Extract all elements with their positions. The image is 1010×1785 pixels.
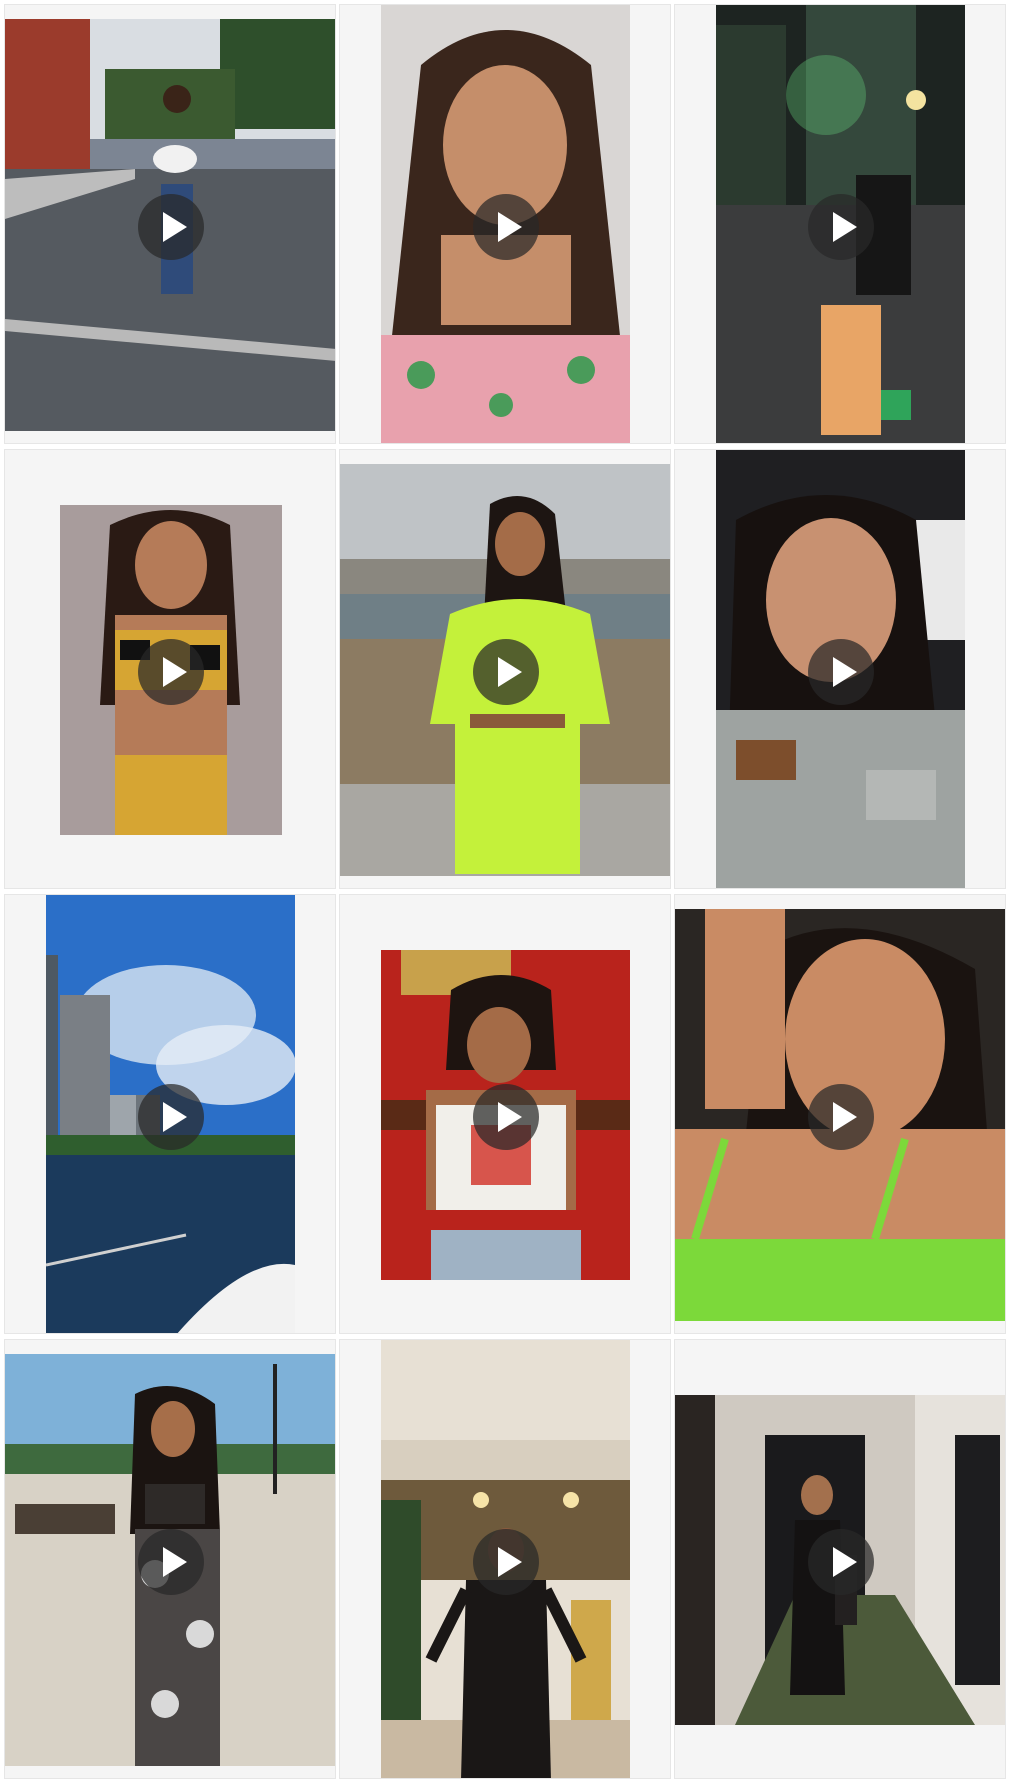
- play-icon: [498, 212, 522, 242]
- play-icon: [833, 1547, 857, 1577]
- play-button[interactable]: [808, 1529, 874, 1595]
- play-icon: [833, 1102, 857, 1132]
- play-icon: [163, 1102, 187, 1132]
- video-tile[interactable]: [339, 4, 671, 444]
- play-button[interactable]: [808, 1084, 874, 1150]
- video-tile[interactable]: [674, 4, 1006, 444]
- play-button[interactable]: [473, 639, 539, 705]
- video-tile[interactable]: [674, 894, 1006, 1334]
- video-tile[interactable]: [4, 1339, 336, 1779]
- play-icon: [833, 657, 857, 687]
- video-tile[interactable]: [674, 449, 1006, 889]
- play-button[interactable]: [138, 1529, 204, 1595]
- play-icon: [498, 1547, 522, 1577]
- video-tile[interactable]: [4, 4, 336, 444]
- video-tile[interactable]: [339, 894, 671, 1334]
- play-button[interactable]: [138, 639, 204, 705]
- play-icon: [163, 212, 187, 242]
- play-button[interactable]: [138, 1084, 204, 1150]
- play-button[interactable]: [473, 1529, 539, 1595]
- play-icon: [163, 1547, 187, 1577]
- play-button[interactable]: [808, 194, 874, 260]
- video-tile[interactable]: [4, 894, 336, 1334]
- play-button[interactable]: [473, 194, 539, 260]
- video-tile[interactable]: [4, 449, 336, 889]
- play-button[interactable]: [138, 194, 204, 260]
- play-icon: [498, 657, 522, 687]
- video-grid: [0, 0, 1010, 1785]
- video-tile[interactable]: [674, 1339, 1006, 1779]
- play-button[interactable]: [473, 1084, 539, 1150]
- play-icon: [833, 212, 857, 242]
- play-button[interactable]: [808, 639, 874, 705]
- play-icon: [498, 1102, 522, 1132]
- video-tile[interactable]: [339, 449, 671, 889]
- video-tile[interactable]: [339, 1339, 671, 1779]
- play-icon: [163, 657, 187, 687]
